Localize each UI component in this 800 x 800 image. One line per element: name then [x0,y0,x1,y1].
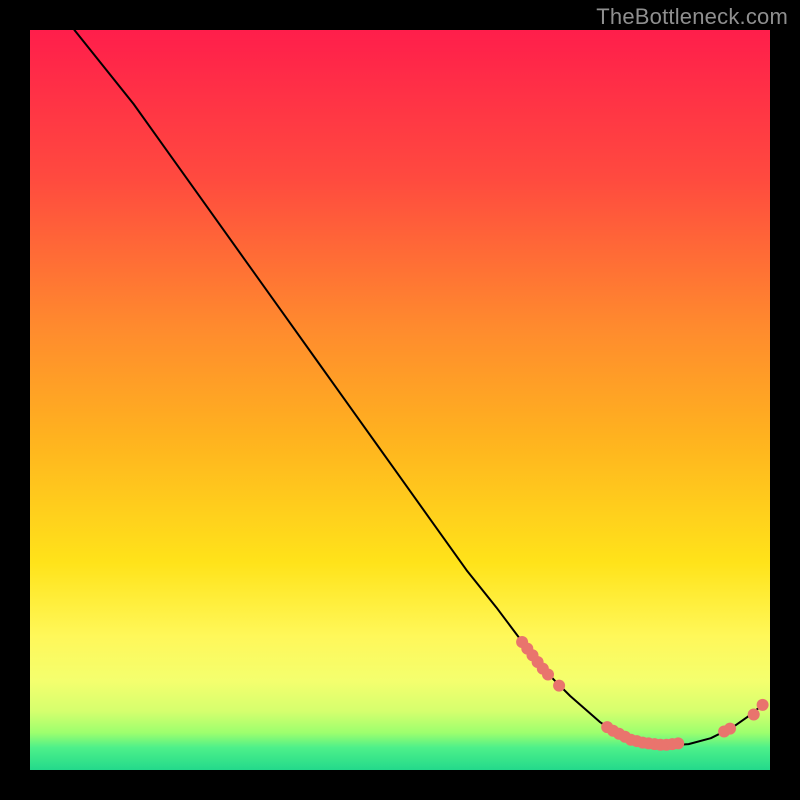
data-marker [553,680,565,692]
figure-stage: TheBottleneck.com [0,0,800,800]
bottleneck-curve [74,30,762,746]
plot-area [30,30,770,770]
curve-layer [30,30,770,770]
watermark-label: TheBottleneck.com [596,4,788,30]
data-marker [757,699,769,711]
data-marker [542,669,554,681]
data-marker [672,737,684,749]
data-marker [724,723,736,735]
data-marker [748,709,760,721]
